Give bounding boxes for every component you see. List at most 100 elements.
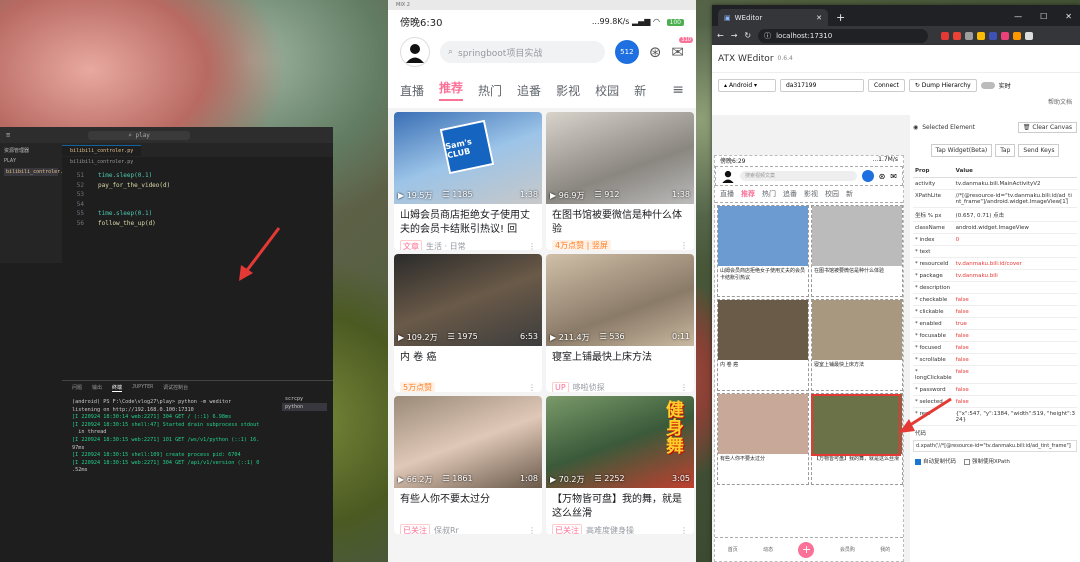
search-input[interactable]: ⌕ springboot项目实战	[440, 41, 605, 63]
prop-value[interactable]	[953, 245, 1077, 258]
panel-tab[interactable]: 输出	[92, 384, 102, 392]
send-keys-button[interactable]: Send Keys	[1018, 144, 1060, 157]
video-card[interactable]: Sam's CLUB ▶ 19.5万 ☰ 1185 1:38 山姆会员商店拒绝女子使用丈…	[394, 112, 542, 250]
prop-value[interactable]: true	[953, 317, 1077, 330]
prop-value[interactable]: false	[953, 353, 1077, 366]
device-screenshot[interactable]: 傍晚6:29 ...1.7M/s 搜索视频文案 ⊛ ✉ 直播 推荐 热门 追番 影视 校园…	[714, 155, 904, 562]
tab-1[interactable]: 推荐	[439, 79, 464, 101]
prop-value[interactable]: (0.657, 0.71) 点击	[953, 207, 1077, 222]
mini-thumbnail[interactable]	[812, 206, 902, 266]
video-thumbnail[interactable]: Sam's CLUB ▶ 19.5万 ☰ 1185 1:38	[394, 112, 542, 204]
video-thumbnail[interactable]: ▶ 211.4万 ☰ 536 0:11	[546, 254, 694, 346]
minimize-icon[interactable]: —	[1014, 12, 1022, 21]
mini-thumbnail[interactable]	[718, 394, 808, 454]
more-icon[interactable]: ⋮	[680, 383, 688, 392]
mini-tab[interactable]: 推荐	[741, 189, 755, 199]
mini-nav-mine[interactable]: 我的	[880, 546, 890, 553]
browser-tab[interactable]: ▣ WEditor ✕	[718, 9, 828, 26]
mini-video-card[interactable]: 山姆会员商店拒绝女子使用丈夫的会员卡结账引热议	[717, 205, 809, 297]
mini-tab[interactable]: 直播	[720, 189, 734, 199]
reload-icon[interactable]: ↻	[744, 31, 751, 40]
mini-thumbnail[interactable]	[718, 206, 808, 266]
prop-value[interactable]: {"x":547, "y":1384, "width":519, "height…	[953, 407, 1077, 426]
tab-0[interactable]: 直播	[400, 82, 424, 99]
prop-value[interactable]: android.widget.ImageView	[953, 221, 1077, 234]
address-bar[interactable]: ⓘ localhost:17310	[758, 28, 929, 43]
mini-video-card[interactable]: 内 卷 癌	[717, 299, 809, 391]
mini-nav-shop[interactable]: 会员购	[840, 546, 855, 553]
tab-6[interactable]: 新	[634, 82, 646, 99]
mini-tab[interactable]: 影视	[804, 189, 818, 199]
prop-value[interactable]: tv.danmaku.bili	[953, 269, 1077, 282]
video-card[interactable]: ▶ 96.9万 ☰ 912 1:38 在图书馆被要微信是种什么体验 4万点赞 | 竖屏 ⋮	[546, 112, 694, 250]
more-icon[interactable]: ⋮	[528, 383, 536, 392]
tap-button[interactable]: Tap	[995, 144, 1016, 157]
ext-icon[interactable]	[1013, 31, 1022, 40]
video-card[interactable]: ▶ 211.4万 ☰ 536 0:11 寝室上铺最快上床方法 UP 哆啦侦探 ⋮	[546, 254, 694, 392]
prop-value[interactable]: false	[953, 365, 1077, 384]
mini-video-card[interactable]: 有些人你不要太过分	[717, 393, 809, 485]
puzzle-icon[interactable]	[1025, 31, 1034, 40]
tab-2[interactable]: 热门	[478, 82, 502, 99]
platform-select[interactable]: ▴ Android ▾	[718, 78, 776, 92]
forward-icon[interactable]: →	[731, 31, 738, 40]
prop-value[interactable]: 0	[953, 233, 1077, 246]
explorer-file[interactable]: bilibili_controler.py	[4, 168, 69, 176]
game-center-badge[interactable]: 512	[614, 40, 639, 64]
mini-video-card[interactable]: 在图书馆被要微信是种什么体验	[811, 205, 903, 297]
prop-value[interactable]: false	[953, 329, 1077, 342]
mini-header[interactable]: 搜索视频文案 ⊛ ✉	[715, 166, 903, 186]
back-icon[interactable]: ←	[717, 31, 724, 40]
mini-gamepad-icon[interactable]: ⊛	[879, 172, 886, 181]
prop-value[interactable]: //*[@resource-id="tv.danmaku.bili:id/ad_…	[953, 189, 1077, 208]
close-window-icon[interactable]: ✕	[1065, 12, 1072, 21]
more-icon[interactable]: ⋮	[528, 526, 536, 534]
more-icon[interactable]: ⋮	[680, 526, 688, 534]
video-title[interactable]: 内 卷 癌	[394, 346, 542, 379]
mini-avatar[interactable]	[721, 169, 735, 183]
device-id-input[interactable]: da317199	[780, 78, 864, 92]
device-canvas[interactable]: 傍晚6:29 ...1.7M/s 搜索视频文案 ⊛ ✉ 直播 推荐 热门 追番 影视 校园…	[712, 115, 910, 562]
maximize-icon[interactable]: ☐	[1040, 12, 1047, 21]
video-thumbnail[interactable]: 健身舞 ▶ 70.2万 ☰ 2252 3:05	[546, 396, 694, 488]
dump-hierarchy-button[interactable]: ↻ Dump Hierarchy	[908, 78, 977, 92]
ext-icon[interactable]	[965, 31, 974, 40]
prop-value[interactable]: false	[953, 383, 1077, 396]
menu-icon[interactable]: ≡	[6, 131, 10, 139]
mini-thumbnail[interactable]	[812, 300, 902, 360]
terminal-item-python[interactable]: python	[282, 403, 327, 411]
terminal-item-scrcpy[interactable]: scrcpy	[282, 395, 327, 403]
clear-canvas-button[interactable]: 🗑 Clear Canvas	[1017, 122, 1077, 133]
code-editor[interactable]: bilibili_controler.py bilibili_controler…	[62, 143, 333, 380]
prop-value[interactable]: false	[953, 341, 1077, 354]
help-doc-link[interactable]: 帮助文档	[712, 97, 1080, 107]
video-title[interactable]: 在图书馆被要微信是种什么体验	[546, 204, 694, 237]
ext-icon[interactable]	[977, 31, 986, 40]
mini-mail-icon[interactable]: ✉	[890, 172, 897, 181]
tab-4[interactable]: 影视	[556, 82, 580, 99]
menu-icon[interactable]: ≡	[672, 82, 684, 98]
prop-value[interactable]: tv.danmaku.bili.MainActivityV2	[953, 177, 1077, 190]
mini-badge[interactable]	[861, 170, 874, 182]
code-output[interactable]: d.xpath('//*[@resource-id="tv.danmaku.bi…	[913, 440, 1077, 452]
video-card[interactable]: 健身舞 ▶ 70.2万 ☰ 2252 3:05 【万物皆可盘】我的舞，就是这么丝滑 已关注…	[546, 396, 694, 534]
close-tab-icon[interactable]: ✕	[816, 14, 822, 22]
more-icon[interactable]: ⋮	[528, 242, 536, 250]
mini-tab[interactable]: 校园	[825, 189, 839, 199]
prop-value[interactable]: false	[953, 293, 1077, 306]
ext-icon[interactable]	[1001, 31, 1010, 40]
prop-value[interactable]: false	[953, 305, 1077, 318]
mini-tab[interactable]: 追番	[783, 189, 797, 199]
realtime-toggle[interactable]	[980, 81, 995, 89]
command-search[interactable]: ⌕ play	[88, 130, 190, 140]
mini-thumbnail[interactable]	[718, 300, 808, 360]
prop-value[interactable]: false	[953, 395, 1077, 408]
panel-tab[interactable]: 问题	[72, 384, 82, 392]
mini-video-card[interactable]: 寝室上铺最快上床方法	[811, 299, 903, 391]
panel-tab[interactable]: 终端	[112, 384, 123, 392]
video-thumbnail[interactable]: ▶ 66.2万 ☰ 1861 1:08	[394, 396, 542, 488]
more-icon[interactable]: ⋮	[680, 241, 688, 250]
panel-tab[interactable]: 调试控制台	[163, 384, 188, 392]
mini-nav-dynamic[interactable]: 动态	[763, 546, 773, 553]
prop-value[interactable]	[953, 281, 1077, 294]
